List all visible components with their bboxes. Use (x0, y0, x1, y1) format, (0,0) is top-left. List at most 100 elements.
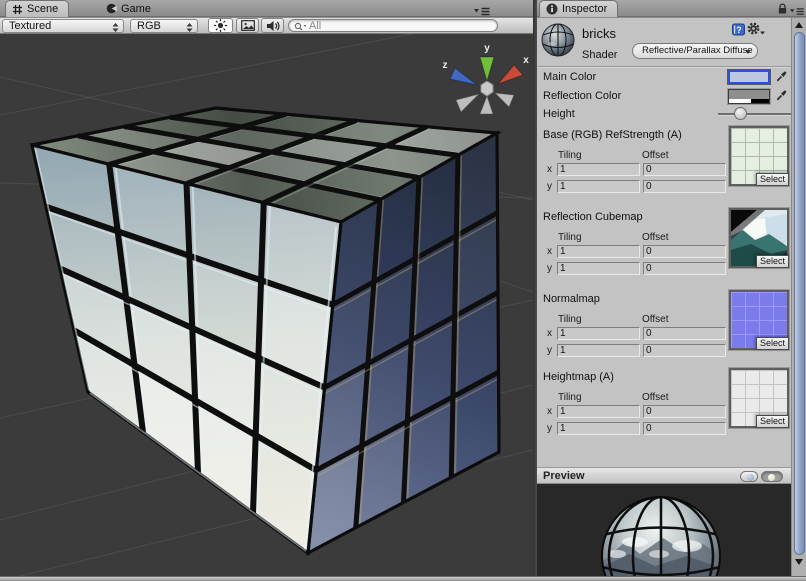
tiling-x-field[interactable] (557, 327, 640, 340)
channel-mode-dropdown[interactable]: RGB (130, 19, 198, 33)
tiling-y-field[interactable] (557, 422, 640, 435)
window-bottom-border (0, 576, 806, 581)
preview-sphere-button[interactable] (740, 471, 758, 482)
light-dot-icon (768, 474, 775, 481)
preview-header: Preview (537, 467, 791, 484)
scrollbar-up-arrow[interactable] (795, 22, 803, 28)
preview-content[interactable] (537, 484, 791, 576)
render-mode-value: Textured (9, 20, 51, 32)
texture-thumbnail-cubemap[interactable]: Select (729, 208, 789, 268)
tiling-x-field[interactable] (557, 163, 640, 176)
inspector-scrollbar[interactable] (791, 18, 806, 576)
offset-x-field[interactable] (643, 245, 726, 258)
texture-section-base: Base (RGB) RefStrength (A) Select Tiling… (537, 129, 791, 201)
select-texture-button[interactable]: Select (756, 255, 789, 268)
scene-viewport[interactable]: yxz (0, 34, 533, 576)
offset-y-field[interactable] (643, 180, 726, 193)
scene-search-field[interactable] (288, 19, 498, 32)
tab-inspector-label: Inspector (562, 3, 607, 15)
svg-text:x: x (523, 55, 529, 66)
main-color-swatch[interactable] (728, 70, 770, 84)
help-icon[interactable]: ? (732, 23, 745, 36)
offset-header: Offset (642, 150, 669, 161)
offset-y-field[interactable] (643, 422, 726, 435)
effects-toggle-button[interactable] (236, 18, 259, 33)
lock-icon[interactable] (777, 3, 788, 15)
svg-text:y: y (484, 43, 490, 54)
offset-header: Offset (642, 392, 669, 403)
select-texture-button[interactable]: Select (756, 173, 789, 186)
height-slider-track[interactable] (718, 113, 791, 115)
tiling-header: Tiling (558, 232, 582, 243)
gear-icon[interactable] (747, 22, 765, 36)
y-axis-label: y (547, 181, 552, 192)
tiling-y-field[interactable] (557, 344, 640, 357)
render-mode-dropdown[interactable]: Textured (2, 19, 124, 33)
select-texture-button[interactable]: Select (756, 337, 789, 350)
reflection-color-label: Reflection Color (543, 90, 621, 102)
eyedropper-icon[interactable] (776, 70, 787, 82)
offset-y-field[interactable] (643, 262, 726, 275)
material-ball-icon (540, 22, 576, 58)
tab-scene[interactable]: Scene (5, 0, 69, 17)
reflection-alpha-bar (729, 99, 769, 103)
height-label: Height (543, 108, 575, 120)
search-input[interactable] (309, 20, 489, 31)
tab-game[interactable]: Game (100, 0, 161, 17)
material-preview-sphere (537, 484, 791, 576)
texture-thumbnail-base[interactable]: Select (729, 126, 789, 186)
scene-toolbar: Textured RGB (0, 18, 533, 34)
lighting-toggle-button[interactable] (208, 18, 233, 33)
tab-game-label: Game (121, 3, 151, 15)
audio-toggle-button[interactable] (261, 18, 284, 33)
reflection-color-value (729, 90, 769, 99)
preview-title: Preview (543, 470, 585, 482)
speaker-icon (266, 20, 280, 32)
image-icon (241, 20, 255, 31)
section-title: Base (RGB) RefStrength (A) (543, 129, 682, 141)
preview-lighting-button[interactable] (761, 471, 783, 482)
reflection-color-swatch[interactable] (728, 89, 770, 104)
x-axis-label: x (547, 328, 552, 339)
tiling-header: Tiling (558, 150, 582, 161)
sphere-dot-icon (747, 474, 754, 481)
offset-header: Offset (642, 314, 669, 325)
info-icon (546, 3, 558, 15)
eyedropper-icon[interactable] (776, 89, 787, 101)
search-icon (294, 22, 307, 31)
select-texture-button[interactable]: Select (756, 415, 789, 428)
offset-y-field[interactable] (643, 344, 726, 357)
main-color-label: Main Color (543, 71, 596, 83)
updown-arrows-icon (186, 23, 193, 32)
x-axis-label: x (547, 406, 552, 417)
offset-x-field[interactable] (643, 163, 726, 176)
tiling-y-field[interactable] (557, 180, 640, 193)
offset-x-field[interactable] (643, 327, 726, 340)
scrollbar-thumb[interactable] (794, 32, 805, 555)
offset-x-field[interactable] (643, 405, 726, 418)
offset-header: Offset (642, 232, 669, 243)
scene-tabbar: Scene Game (0, 0, 533, 17)
sun-icon (213, 18, 228, 33)
texture-thumbnail-heightmap[interactable]: Select (729, 368, 789, 428)
texture-section-cubemap: Reflection Cubemap Select Tiling Offset … (537, 211, 791, 283)
section-title: Normalmap (543, 293, 600, 305)
texture-thumbnail-normalmap[interactable]: Select (729, 290, 789, 350)
shader-dropdown[interactable]: Reflective/Parallax Diffuse (632, 43, 758, 59)
x-axis-label: x (547, 246, 552, 257)
tiling-header: Tiling (558, 314, 582, 325)
svg-text:?: ? (736, 25, 742, 35)
tiling-x-field[interactable] (557, 245, 640, 258)
tab-inspector[interactable]: Inspector (539, 0, 618, 17)
y-axis-label: y (547, 423, 552, 434)
section-title: Reflection Cubemap (543, 211, 643, 223)
tiling-y-field[interactable] (557, 262, 640, 275)
header-separator (537, 66, 791, 67)
section-title: Heightmap (A) (543, 371, 614, 383)
material-name: bricks (582, 26, 616, 41)
texture-section-normalmap: Normalmap Select Tiling Offset x y (537, 293, 791, 365)
scrollbar-down-arrow[interactable] (795, 559, 803, 565)
tiling-x-field[interactable] (557, 405, 640, 418)
scene-grid-icon (12, 4, 23, 15)
inspector-tabbar: Inspector (537, 0, 806, 17)
